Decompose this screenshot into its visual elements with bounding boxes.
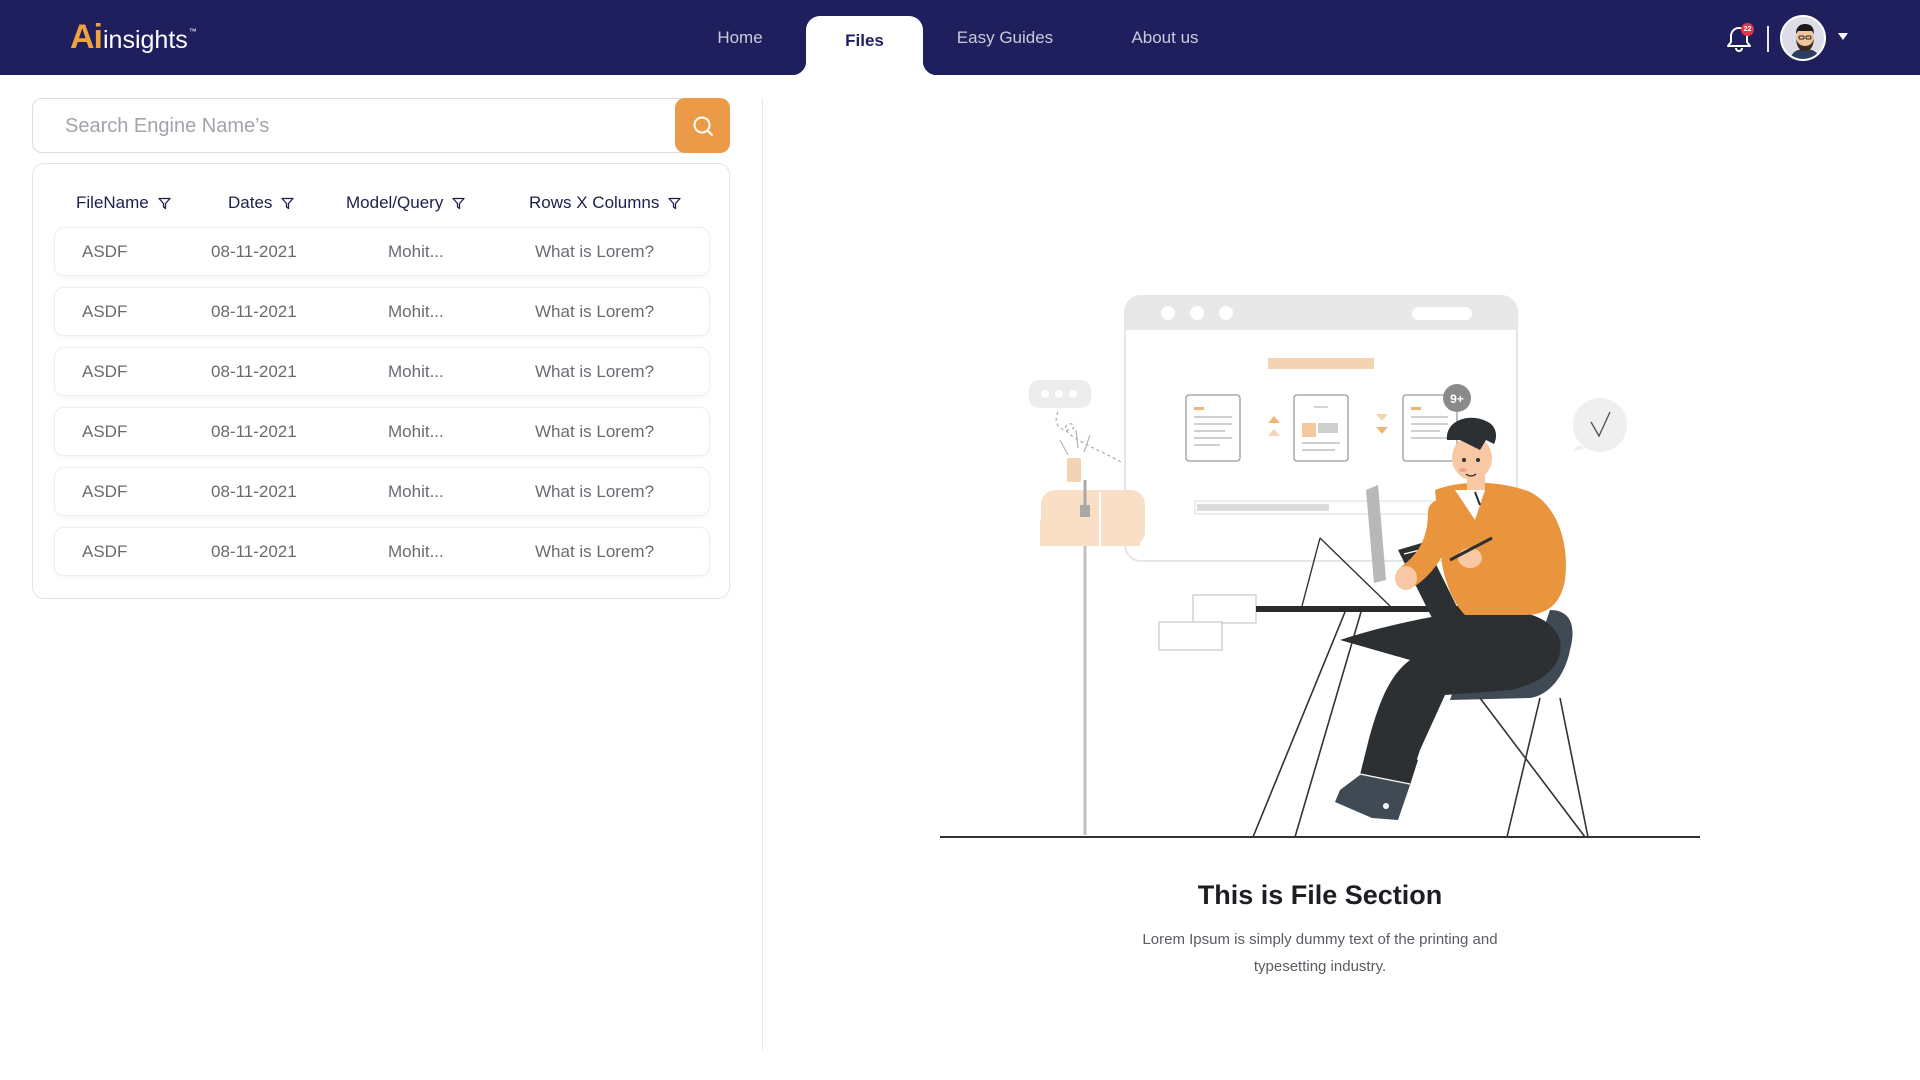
search-field: [32, 98, 729, 153]
filter-icon[interactable]: [668, 197, 682, 210]
filter-icon[interactable]: [452, 197, 465, 210]
cell-date: 08-11-2021: [211, 301, 297, 321]
cell-model-query: Mohit...: [388, 421, 444, 441]
caret-down-icon[interactable]: [1838, 33, 1848, 40]
cell-rows-columns: What is Lorem?: [535, 241, 655, 261]
nav-home[interactable]: Home: [690, 0, 790, 75]
illustration-badge-text: 9+: [1450, 392, 1464, 406]
table-row[interactable]: ASDF 08-11-2021 Mohit... What is Lorem?: [54, 227, 710, 276]
files-table: FileName Dates Model/Query Rows X Column…: [32, 163, 730, 599]
column-header-rows-columns[interactable]: Rows X Columns: [529, 188, 682, 218]
column-header-model-query[interactable]: Model/Query: [346, 188, 465, 218]
cell-date: 08-11-2021: [211, 421, 297, 441]
table-row[interactable]: ASDF 08-11-2021 Mohit... What is Lorem?: [54, 527, 710, 576]
cell-filename: ASDF: [82, 481, 128, 501]
cell-filename: ASDF: [82, 541, 128, 561]
cell-model-query: Mohit...: [388, 541, 444, 561]
table-row[interactable]: ASDF 08-11-2021 Mohit... What is Lorem?: [54, 467, 710, 516]
column-label: Rows X Columns: [529, 193, 660, 212]
top-navbar: Ai insights ™ Home Files Easy Guides Abo…: [0, 0, 1920, 75]
column-label: FileName: [76, 193, 149, 212]
cell-rows-columns: What is Lorem?: [535, 301, 655, 321]
cell-filename: ASDF: [82, 421, 128, 441]
cell-rows-columns: What is Lorem?: [535, 481, 655, 501]
notification-badge: 22: [1741, 23, 1754, 36]
cell-filename: ASDF: [82, 361, 128, 381]
column-label: Dates: [228, 193, 273, 212]
main-nav: Home Files Easy Guides About us: [0, 0, 1920, 75]
filter-icon[interactable]: [281, 197, 295, 210]
filter-icon[interactable]: [158, 197, 171, 210]
cell-model-query: Mohit...: [388, 481, 444, 501]
column-header-filename[interactable]: FileName: [76, 188, 171, 218]
column-header-dates[interactable]: Dates: [228, 188, 295, 218]
cell-model-query: Mohit...: [388, 241, 444, 261]
cell-date: 08-11-2021: [211, 481, 297, 501]
file-section-illustration: 9+: [940, 295, 1700, 838]
table-row[interactable]: ASDF 08-11-2021 Mohit... What is Lorem?: [54, 407, 710, 456]
nav-about-us[interactable]: About us: [1115, 0, 1215, 75]
cell-filename: ASDF: [82, 301, 128, 321]
column-label: Model/Query: [346, 193, 444, 212]
table-row[interactable]: ASDF 08-11-2021 Mohit... What is Lorem?: [54, 347, 710, 396]
cell-date: 08-11-2021: [211, 361, 297, 381]
panel-divider: [762, 98, 763, 1050]
nav-files[interactable]: Files: [792, 16, 937, 75]
user-avatar[interactable]: [1780, 15, 1826, 61]
nav-easy-guides[interactable]: Easy Guides: [945, 0, 1065, 75]
cell-date: 08-11-2021: [211, 241, 297, 261]
cell-rows-columns: What is Lorem?: [535, 361, 655, 381]
table-row[interactable]: ASDF 08-11-2021 Mohit... What is Lorem?: [54, 287, 710, 336]
empty-state-description: Lorem Ipsum is simply dummy text of the …: [1142, 931, 1498, 975]
search-icon: [693, 116, 713, 136]
cell-rows-columns: What is Lorem?: [535, 421, 655, 441]
cell-model-query: Mohit...: [388, 361, 444, 381]
empty-state-title: This is File Section: [1197, 880, 1443, 910]
header-divider: [1767, 26, 1769, 52]
cell-rows-columns: What is Lorem?: [535, 541, 655, 561]
search-input[interactable]: [65, 113, 665, 139]
search-button[interactable]: [675, 98, 730, 153]
cell-date: 08-11-2021: [211, 541, 297, 561]
cell-model-query: Mohit...: [388, 301, 444, 321]
cell-filename: ASDF: [82, 241, 128, 261]
